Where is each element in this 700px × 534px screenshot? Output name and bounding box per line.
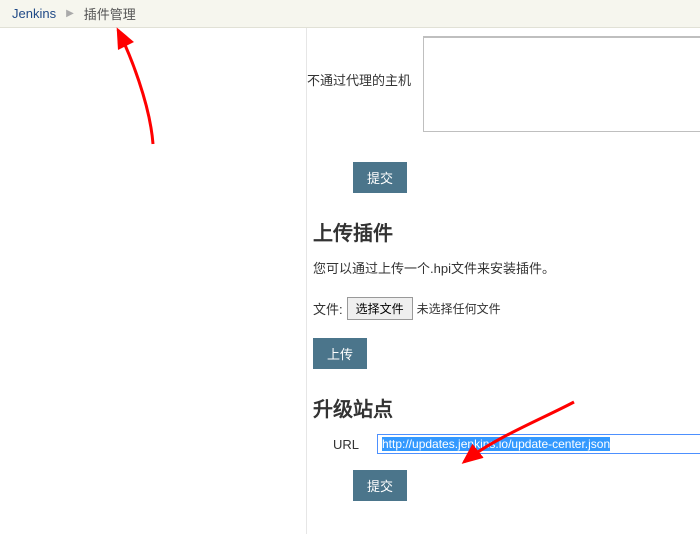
no-proxy-row: 不通过代理的主机 bbox=[307, 36, 700, 132]
choose-file-button[interactable]: 选择文件 bbox=[347, 297, 413, 320]
file-label: 文件: bbox=[313, 299, 343, 318]
annotation-arrow-1 bbox=[110, 24, 170, 157]
upload-plugin-title: 上传插件 bbox=[313, 217, 700, 246]
main-content: 不通过代理的主机 提交 上传插件 您可以通过上传一个.hpi文件来安装插件。 文… bbox=[307, 28, 700, 534]
upload-plugin-desc: 您可以通过上传一个.hpi文件来安装插件。 bbox=[313, 258, 700, 277]
file-status: 未选择任何文件 bbox=[417, 300, 501, 317]
url-label: URL bbox=[333, 437, 377, 452]
breadcrumb-root[interactable]: Jenkins bbox=[12, 6, 56, 21]
breadcrumb: Jenkins ▶ 插件管理 bbox=[0, 0, 700, 28]
update-site-title: 升级站点 bbox=[313, 393, 700, 422]
breadcrumb-current[interactable]: 插件管理 bbox=[84, 4, 136, 23]
url-input[interactable]: http://updates.jenkins.io/update-center.… bbox=[377, 434, 700, 454]
file-row: 文件: 选择文件 未选择任何文件 bbox=[313, 297, 700, 320]
no-proxy-label: 不通过代理的主机 bbox=[307, 36, 423, 89]
upload-button[interactable]: 上传 bbox=[313, 338, 367, 369]
url-row: URL http://updates.jenkins.io/update-cen… bbox=[333, 434, 700, 454]
chevron-right-icon: ▶ bbox=[66, 8, 74, 19]
no-proxy-textarea[interactable] bbox=[423, 36, 700, 132]
submit-button[interactable]: 提交 bbox=[353, 162, 407, 193]
submit-button-2[interactable]: 提交 bbox=[353, 470, 407, 501]
